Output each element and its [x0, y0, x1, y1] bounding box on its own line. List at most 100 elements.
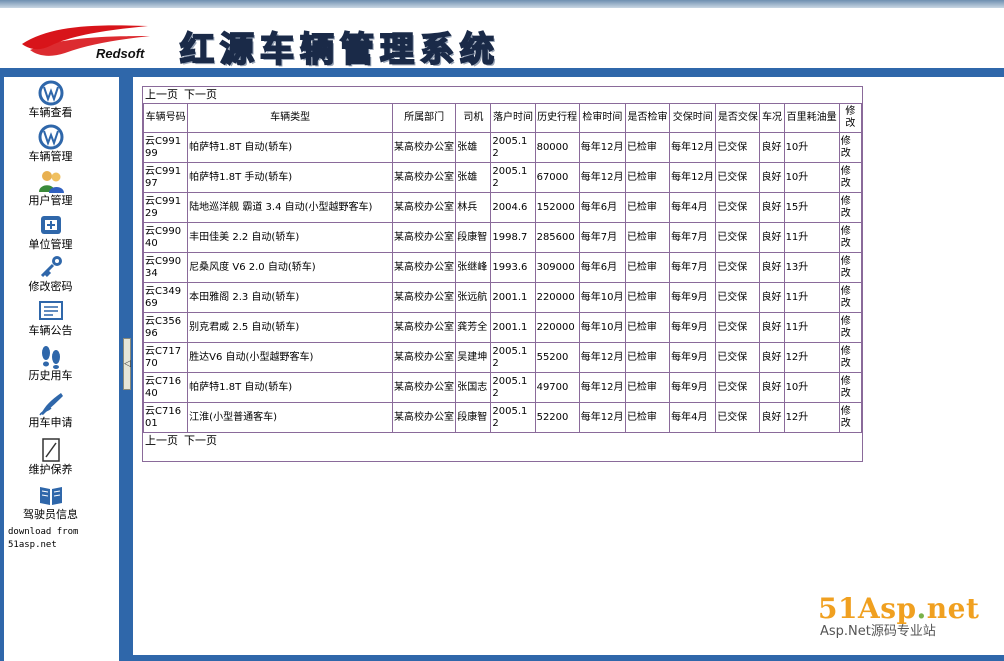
- prev-page-link[interactable]: 上一页: [145, 88, 178, 101]
- table-cell: 2005.12: [490, 132, 536, 163]
- table-cell: 每年10月: [578, 282, 626, 313]
- table-cell: 11升: [783, 282, 840, 313]
- pager-top: 上一页 下一页: [143, 87, 862, 103]
- table-cell: 已检审: [624, 372, 671, 403]
- edit-link[interactable]: 修改: [841, 136, 851, 159]
- table-cell: 胜达V6 自动(小型越野客车): [187, 342, 394, 373]
- column-header: 司机: [455, 103, 492, 133]
- nav-usage-request[interactable]: 用车申请: [3, 390, 98, 429]
- nav-vehicle-manage[interactable]: 车辆管理: [3, 124, 98, 163]
- table-cell: 每年9月: [669, 282, 717, 313]
- table-cell: 良好: [759, 252, 785, 283]
- nav-label: 单位管理: [28, 238, 73, 251]
- table-cell: 良好: [759, 222, 785, 253]
- prev-page-link[interactable]: 上一页: [145, 434, 178, 447]
- edit-link[interactable]: 修改: [841, 196, 851, 219]
- edit-link[interactable]: 修改: [841, 256, 851, 279]
- table-cell: 某高校办公室: [392, 192, 457, 223]
- table-cell: 55200: [534, 342, 580, 373]
- table-cell: 云C71640: [142, 372, 189, 403]
- table-cell: 10升: [783, 132, 840, 163]
- table-cell: 修改: [838, 192, 863, 223]
- table-cell: 每年12月: [578, 132, 626, 163]
- table-cell: 11升: [783, 312, 840, 343]
- nav-maintenance[interactable]: 维护保养: [3, 437, 98, 476]
- table-cell: 已交保: [715, 162, 761, 193]
- table-cell: 已交保: [715, 132, 761, 163]
- table-cell: 某高校办公室: [392, 162, 457, 193]
- table-cell: 修改: [838, 342, 863, 373]
- column-header: 修改: [838, 103, 863, 133]
- table-cell: 修改: [838, 282, 863, 313]
- next-page-link[interactable]: 下一页: [184, 88, 217, 101]
- table-cell: 良好: [759, 342, 785, 373]
- table-row: 云C99199 帕萨特1.8T 自动(轿车) 某高校办公室 张雄 2005.12 8000…: [142, 132, 863, 163]
- nav-history-usage[interactable]: 历史用车: [3, 343, 98, 382]
- table-header: 车辆号码 车辆类型 所属部门 司机 落户时间 历史行程 检审时间 是否检审 交保时间 是否交保 车况…: [142, 103, 863, 133]
- table-cell: 已交保: [715, 192, 761, 223]
- column-header: 历史行程: [534, 103, 580, 133]
- table-cell: 每年12月: [669, 132, 717, 163]
- table-cell: 某高校办公室: [392, 402, 457, 433]
- table-cell: 1993.6: [490, 252, 536, 283]
- table-cell: 张雄: [455, 162, 492, 193]
- unit-icon: [40, 216, 61, 234]
- nav-driver-info[interactable]: 驾驶员信息: [3, 482, 98, 521]
- column-header: 落户时间: [490, 103, 536, 133]
- table-cell: 云C35696: [142, 312, 189, 343]
- table-cell: 152000: [534, 192, 580, 223]
- table-cell: 修改: [838, 402, 863, 433]
- nav-vehicle-view[interactable]: 车辆查看: [3, 80, 98, 119]
- nav-user-manage[interactable]: 用户管理: [3, 168, 98, 207]
- table-cell: 云C99199: [142, 132, 189, 163]
- top-strip: [0, 0, 1004, 8]
- table-cell: 某高校办公室: [392, 252, 457, 283]
- table-cell: 帕萨特1.8T 自动(轿车): [187, 372, 394, 403]
- table-cell: 已交保: [715, 342, 761, 373]
- table-cell: 别克君威 2.5 自动(轿车): [187, 312, 394, 343]
- nav-change-password[interactable]: 修改密码: [3, 254, 98, 293]
- nav-unit-manage[interactable]: 单位管理: [3, 212, 98, 251]
- next-page-link[interactable]: 下一页: [184, 434, 217, 447]
- footprints-icon: [41, 346, 60, 369]
- edit-link[interactable]: 修改: [841, 406, 851, 429]
- table-cell: 云C99034: [142, 252, 189, 283]
- table-cell: 良好: [759, 312, 785, 343]
- table-cell: 67000: [534, 162, 580, 193]
- edit-link[interactable]: 修改: [841, 286, 851, 309]
- vehicle-grid: 上一页 下一页 车辆号码 车辆类型 所属部门 司机 落户时间 历史行程 检审时间 是否检审 交保时…: [142, 86, 863, 462]
- table-cell: 已检审: [624, 222, 671, 253]
- nav-label: 驾驶员信息: [23, 508, 78, 521]
- svg-text:Redsoft: Redsoft: [96, 46, 145, 60]
- nav-vehicle-notice[interactable]: 车辆公告: [3, 298, 98, 337]
- table-cell: 良好: [759, 162, 785, 193]
- table-cell: 220000: [534, 282, 580, 313]
- table-cell: 陆地巡洋舰 霸道 3.4 自动(小型越野客车): [187, 192, 394, 223]
- edit-link[interactable]: 修改: [841, 226, 851, 249]
- table-cell: 段康智: [455, 222, 492, 253]
- table-cell: 每年9月: [669, 372, 717, 403]
- table-cell: 12升: [783, 342, 840, 373]
- collapse-sidebar-handle[interactable]: ◁: [123, 338, 131, 390]
- table-cell: 已交保: [715, 402, 761, 433]
- table-cell: 龚芳全: [455, 312, 492, 343]
- table-cell: 修改: [838, 372, 863, 403]
- table-cell: 285600: [534, 222, 580, 253]
- column-header: 车辆类型: [187, 103, 394, 133]
- table-row: 云C99040 丰田佳美 2.2 自动(轿车) 某高校办公室 段康智 1998.7 285…: [142, 222, 863, 253]
- edit-link[interactable]: 修改: [841, 346, 851, 369]
- table-cell: 15升: [783, 192, 840, 223]
- table-cell: 每年4月: [669, 192, 717, 223]
- nav-label: 车辆查看: [28, 106, 73, 119]
- table-cell: 已交保: [715, 282, 761, 313]
- edit-link[interactable]: 修改: [841, 166, 851, 189]
- table-cell: 49700: [534, 372, 580, 403]
- users-icon: [38, 171, 64, 193]
- edit-link[interactable]: 修改: [841, 376, 851, 399]
- table-cell: 已交保: [715, 372, 761, 403]
- table-cell: 良好: [759, 192, 785, 223]
- table-cell: 某高校办公室: [392, 312, 457, 343]
- edit-link[interactable]: 修改: [841, 316, 851, 339]
- book-icon: [39, 487, 62, 505]
- table-cell: 每年12月: [578, 342, 626, 373]
